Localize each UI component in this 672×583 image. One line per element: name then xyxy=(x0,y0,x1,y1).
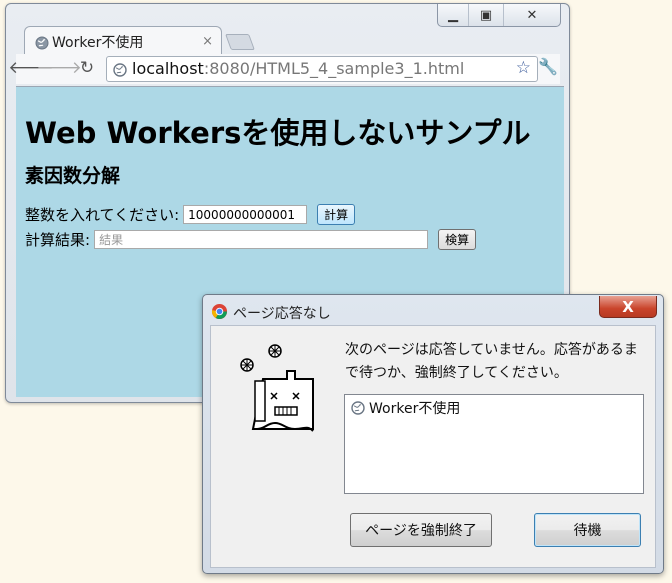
close-window-button[interactable]: ✕ xyxy=(503,4,560,26)
tab-title: Worker不使用 xyxy=(52,35,144,51)
url-path: :8080/HTML5_4_sample3_1.html xyxy=(203,59,465,78)
window-controls: ▁ ▣ ✕ xyxy=(437,4,561,27)
address-bar[interactable]: localhost:8080/HTML5_4_sample3_1.html ☆ xyxy=(106,56,538,82)
reload-icon[interactable]: ↻ xyxy=(76,57,98,79)
maximize-button[interactable]: ▣ xyxy=(468,4,503,26)
kill-pages-button[interactable]: ページを強制終了 xyxy=(350,513,492,547)
dialog-title: ページ応答なし xyxy=(233,306,331,322)
url-host: localhost xyxy=(132,59,204,78)
page-subheading: 素因数分解 xyxy=(25,165,121,187)
tab-close-icon[interactable]: × xyxy=(202,34,213,49)
page-heading: Web Workersを使用しないサンプル xyxy=(25,116,531,150)
frozen-page-icon xyxy=(225,341,325,445)
chrome-icon xyxy=(211,303,228,324)
browser-tab[interactable]: Worker不使用 × xyxy=(24,26,222,55)
globe-icon xyxy=(35,35,49,54)
dialog-body: 次のページは応答していません。応答があるまで待つか、強制終了してください。 Wo… xyxy=(210,325,656,568)
wait-button[interactable]: 待機 xyxy=(534,513,641,547)
new-tab-button[interactable] xyxy=(225,34,255,50)
dialog-message: 次のページは応答していません。応答があるまで待つか、強制終了してください。 xyxy=(345,342,638,381)
number-input[interactable]: 10000000000001 xyxy=(183,205,308,224)
wrench-menu-icon[interactable]: 🔧 xyxy=(538,57,558,76)
calc-button[interactable]: 計算 xyxy=(317,204,356,225)
unresponsive-page-dialog: ページ応答なし X 次のページは応答していません。応答があるまで待つか、強制終了… xyxy=(202,294,664,574)
unresponsive-pages-list[interactable]: Worker不使用 xyxy=(344,394,644,494)
result-row: 計算結果: 結果 検算 xyxy=(25,229,477,250)
page-info-icon[interactable] xyxy=(113,62,127,81)
check-button[interactable]: 検算 xyxy=(438,229,477,250)
list-item[interactable]: Worker不使用 xyxy=(351,398,460,418)
browser-toolbar: 🡐 🡒 ↻ localhost:8080/HTML5_4_sample3_1.h… xyxy=(8,54,560,84)
result-input[interactable]: 結果 xyxy=(94,230,429,249)
url-text: localhost:8080/HTML5_4_sample3_1.html xyxy=(132,59,464,78)
input-row: 整数を入れてください: 10000000000001 計算 xyxy=(25,204,356,225)
forward-arrow-icon[interactable]: 🡒 xyxy=(36,57,82,79)
input-label: 整数を入れてください: xyxy=(25,206,180,224)
bookmark-star-icon[interactable]: ☆ xyxy=(516,58,531,78)
result-label: 計算結果: xyxy=(25,231,91,249)
list-item-label: Worker不使用 xyxy=(369,401,461,417)
dialog-close-button[interactable]: X xyxy=(599,296,657,318)
globe-icon xyxy=(351,401,365,415)
minimize-button[interactable]: ▁ xyxy=(438,4,468,26)
